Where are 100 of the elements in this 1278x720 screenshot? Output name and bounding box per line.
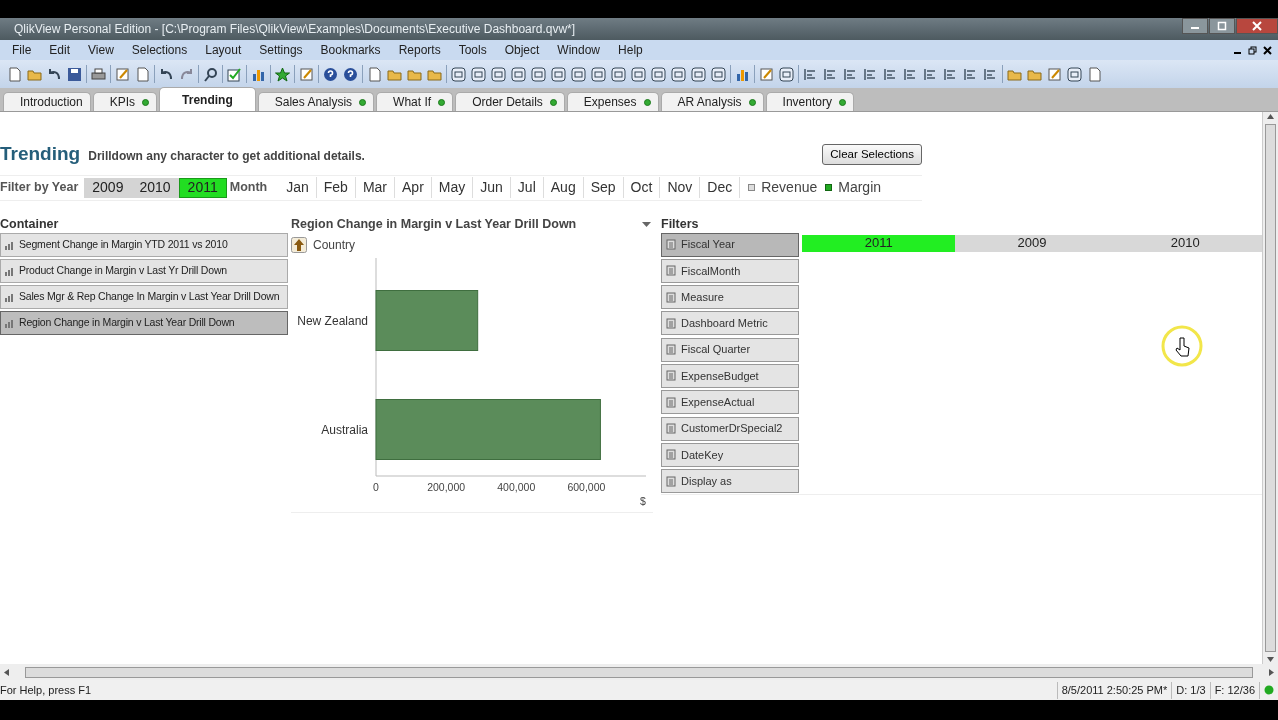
menu-item[interactable]: Selections bbox=[131, 41, 196, 59]
month-option[interactable]: Nov bbox=[660, 177, 701, 198]
object-icon[interactable] bbox=[1066, 65, 1083, 83]
dropdown-icon[interactable] bbox=[641, 219, 653, 228]
month-option[interactable]: Feb bbox=[316, 177, 356, 198]
printer-icon[interactable] bbox=[90, 65, 107, 83]
measure-option[interactable]: Revenue bbox=[761, 177, 818, 198]
sheet-tab[interactable]: Order Details bbox=[455, 92, 565, 111]
sheet-tab[interactable]: Introduction bbox=[3, 92, 91, 111]
month-option[interactable]: Dec bbox=[700, 177, 741, 198]
month-option[interactable]: Oct bbox=[623, 177, 661, 198]
close-button[interactable] bbox=[1236, 18, 1278, 34]
help-icon[interactable] bbox=[342, 65, 359, 83]
month-option[interactable]: Sep bbox=[583, 177, 624, 198]
status-dot bbox=[643, 98, 651, 106]
field-button[interactable]: Display as bbox=[661, 469, 799, 494]
container-tab[interactable]: Segment Change in Margin YTD 2011 vs 2010 bbox=[0, 232, 288, 257]
month-option[interactable]: Jul bbox=[510, 177, 544, 198]
field-button[interactable]: ExpenseBudget bbox=[661, 364, 799, 388]
list-icon bbox=[666, 370, 676, 382]
menu-item[interactable]: View bbox=[88, 41, 122, 59]
month-option[interactable]: Jun bbox=[473, 177, 511, 198]
restore-icon[interactable] bbox=[1248, 45, 1257, 55]
scroll-left-icon[interactable] bbox=[2, 667, 11, 677]
status-dot bbox=[1264, 685, 1274, 695]
sheet-tab[interactable]: KPIs bbox=[92, 92, 158, 111]
list-value[interactable]: 2009 bbox=[955, 234, 1109, 252]
maximize-button[interactable] bbox=[1209, 18, 1235, 34]
edit-icon[interactable] bbox=[298, 65, 315, 83]
object-icon[interactable] bbox=[778, 65, 795, 83]
field-button[interactable]: FiscalMonth bbox=[661, 258, 799, 283]
container-tab[interactable]: Region Change in Margin v Last Year Drill Down bbox=[0, 310, 288, 335]
object-icon[interactable] bbox=[550, 65, 567, 83]
object-icon[interactable] bbox=[670, 65, 687, 83]
menu-item[interactable]: Settings bbox=[259, 41, 311, 59]
year-option[interactable]: 2009 bbox=[84, 177, 132, 198]
menu-item[interactable]: Bookmarks bbox=[320, 41, 389, 59]
scroll-right-icon[interactable] bbox=[1267, 667, 1276, 677]
object-icon[interactable] bbox=[650, 65, 667, 83]
save-icon[interactable] bbox=[66, 65, 83, 83]
edit-icon[interactable] bbox=[114, 65, 131, 83]
month-option[interactable]: Apr bbox=[395, 177, 432, 198]
field-button[interactable]: CustomerDrSpecial2 bbox=[661, 416, 799, 441]
document-icon[interactable] bbox=[6, 65, 23, 83]
year-option[interactable]: 2010 bbox=[131, 177, 179, 198]
month-option[interactable]: May bbox=[431, 177, 474, 198]
menu-item[interactable]: Tools bbox=[458, 41, 495, 59]
scrollbar-thumb[interactable] bbox=[25, 666, 1253, 678]
month-option[interactable]: Jan bbox=[279, 177, 317, 198]
sheet-tab[interactable]: What If bbox=[376, 92, 454, 111]
object-icon[interactable] bbox=[510, 65, 527, 83]
month-option[interactable]: Aug bbox=[543, 177, 584, 198]
close-icon[interactable] bbox=[1263, 45, 1272, 55]
object-icon[interactable] bbox=[690, 65, 707, 83]
field-button[interactable]: Dashboard Metric bbox=[661, 311, 799, 336]
container-tab[interactable]: Sales Mgr & Rep Change In Margin v Last Year Drill Down bbox=[0, 284, 288, 309]
list-value[interactable]: 2011 bbox=[802, 234, 956, 252]
drill-up-icon[interactable] bbox=[291, 237, 307, 254]
object-icon[interactable] bbox=[610, 65, 627, 83]
sheet-tab[interactable]: Trending bbox=[159, 87, 256, 111]
object-icon[interactable] bbox=[630, 65, 647, 83]
document-icon[interactable] bbox=[366, 65, 383, 83]
object-icon[interactable] bbox=[490, 65, 507, 83]
menu-item[interactable]: Help bbox=[618, 41, 651, 59]
measure-option[interactable]: Margin bbox=[838, 177, 882, 198]
field-button[interactable]: Measure bbox=[661, 285, 799, 310]
month-option[interactable]: Mar bbox=[355, 177, 396, 198]
list-value[interactable]: 2010 bbox=[1108, 234, 1262, 252]
minimize-button[interactable] bbox=[1182, 18, 1208, 34]
field-button[interactable]: DateKey bbox=[661, 442, 799, 467]
menu-item[interactable]: Window bbox=[557, 41, 609, 59]
radio-indicator[interactable] bbox=[825, 184, 833, 191]
menu-item[interactable]: File bbox=[12, 41, 40, 59]
sheet-tab[interactable]: Expenses bbox=[566, 92, 659, 111]
menu-item[interactable]: Layout bbox=[205, 41, 250, 59]
sheet-tab[interactable]: AR Analysis bbox=[660, 92, 764, 111]
help-icon[interactable] bbox=[322, 65, 339, 83]
menu-item[interactable]: Reports bbox=[398, 41, 449, 59]
bar[interactable] bbox=[375, 290, 479, 352]
object-icon[interactable] bbox=[470, 65, 487, 83]
field-button[interactable]: Fiscal Year bbox=[661, 232, 799, 257]
object-icon[interactable] bbox=[450, 65, 467, 83]
scrollbar-thumb[interactable] bbox=[1265, 124, 1276, 652]
object-icon[interactable] bbox=[710, 65, 727, 83]
field-button[interactable]: Fiscal Quarter bbox=[661, 337, 799, 362]
menu-item[interactable]: Edit bbox=[49, 41, 79, 59]
year-option[interactable]: 2011 bbox=[178, 177, 227, 198]
clear-selections-button[interactable]: Clear Selections bbox=[822, 143, 922, 165]
field-button[interactable]: ExpenseActual bbox=[661, 390, 799, 415]
sheet-tab[interactable]: Sales Analysis bbox=[257, 92, 375, 111]
object-icon[interactable] bbox=[590, 65, 607, 83]
object-icon[interactable] bbox=[570, 65, 587, 83]
search-icon[interactable] bbox=[202, 65, 219, 83]
document-icon[interactable] bbox=[134, 65, 151, 83]
object-icon[interactable] bbox=[530, 65, 547, 83]
container-tab[interactable]: Product Change in Margin v Last Yr Drill Down bbox=[0, 258, 288, 283]
radio-indicator[interactable] bbox=[748, 184, 756, 191]
menu-item[interactable]: Object bbox=[504, 41, 548, 59]
star-icon[interactable] bbox=[274, 65, 291, 83]
sheet-tab[interactable]: Inventory bbox=[765, 92, 854, 111]
